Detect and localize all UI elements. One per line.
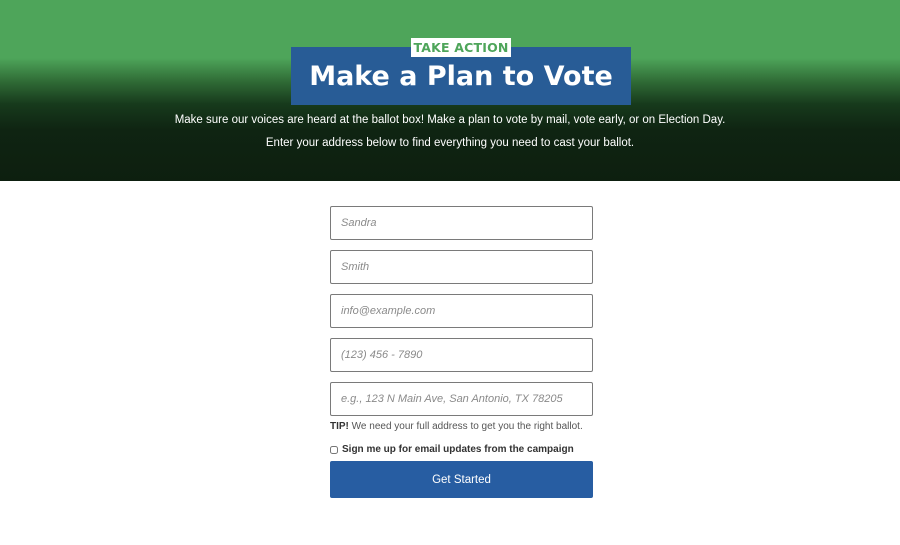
vote-plan-form — [330, 206, 593, 426]
phone-input[interactable] — [330, 338, 593, 372]
get-started-button[interactable]: Get Started — [330, 461, 593, 498]
email-optin[interactable]: Sign me up for email updates from the ca… — [330, 444, 574, 455]
intro-text-line-2: Enter your address below to find everyth… — [265, 137, 635, 149]
tip-text: We need your full address to get you the… — [348, 421, 583, 432]
hero-banner: TAKE ACTION Make a Plan to Vote Make sur… — [0, 0, 900, 181]
email-optin-label: Sign me up for email updates from the ca… — [342, 444, 574, 455]
last-name-input[interactable] — [330, 250, 593, 284]
email-optin-checkbox[interactable] — [330, 445, 338, 454]
address-input[interactable] — [330, 382, 593, 416]
tip-label: TIP! — [330, 421, 349, 432]
intro-text-line-1: Make sure our voices are heard at the ba… — [174, 114, 726, 126]
page-title: Make a Plan to Vote — [309, 61, 613, 92]
email-input[interactable] — [330, 294, 593, 328]
first-name-input[interactable] — [330, 206, 593, 240]
address-tip: TIP! We need your full address to get yo… — [330, 421, 583, 432]
